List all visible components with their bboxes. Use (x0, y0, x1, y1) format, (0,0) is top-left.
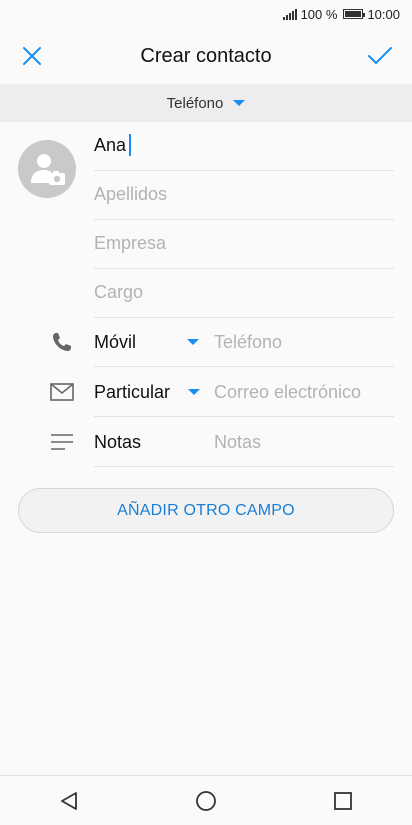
caret-down-icon[interactable] (187, 339, 199, 345)
caret-down-icon[interactable] (188, 389, 200, 395)
last-name-field[interactable]: Apellidos (94, 169, 394, 220)
company-field[interactable]: Empresa (94, 218, 394, 269)
back-button[interactable] (39, 781, 99, 821)
status-bar: 100 % 10:00 (0, 0, 412, 28)
recents-button[interactable] (313, 781, 373, 821)
page-title: Crear contacto (140, 44, 272, 67)
caret-down-icon (233, 100, 246, 106)
signal-icon (282, 8, 297, 20)
notes-row: Notas Notas (0, 417, 412, 467)
save-button[interactable] (352, 28, 408, 84)
last-name-placeholder: Apellidos (94, 183, 168, 204)
first-name-value: Ana (94, 134, 127, 155)
notes-label: Notas (94, 431, 142, 452)
clock: 10:00 (367, 6, 400, 22)
battery-icon (343, 9, 366, 19)
job-title-field[interactable]: Cargo (94, 267, 394, 318)
phone-row: Móvil Teléfono (0, 317, 412, 367)
avatar-camera-icon (31, 154, 65, 185)
home-button[interactable] (176, 781, 236, 821)
account-label: Teléfono (166, 94, 224, 112)
first-name-field[interactable]: Ana (94, 120, 394, 171)
divider (94, 466, 394, 467)
close-button[interactable] (4, 28, 60, 84)
recents-icon (334, 791, 353, 810)
email-input[interactable]: Correo electrónico (214, 367, 361, 417)
navigation-bar (0, 775, 412, 825)
company-placeholder: Empresa (94, 232, 167, 253)
email-type-selector[interactable]: Particular (94, 367, 170, 417)
home-icon (196, 790, 216, 811)
add-field-button[interactable]: AÑADIR OTRO CAMPO (18, 488, 394, 533)
email-row: Particular Correo electrónico (0, 367, 412, 417)
back-icon (60, 791, 77, 810)
phone-type-selector[interactable]: Móvil (94, 317, 136, 367)
contact-photo-button[interactable] (18, 140, 76, 198)
mail-icon (46, 380, 78, 404)
close-icon (23, 47, 41, 65)
notes-input[interactable]: Notas (214, 417, 261, 467)
job-title-placeholder: Cargo (94, 281, 144, 302)
check-icon (368, 47, 392, 64)
account-selector[interactable]: Teléfono (0, 84, 412, 122)
phone-input[interactable]: Teléfono (214, 317, 282, 367)
notes-icon (46, 430, 78, 454)
battery-percent: 100 % (300, 6, 338, 22)
app-header: Crear contacto (0, 28, 412, 84)
text-cursor (129, 134, 132, 156)
phone-icon (46, 330, 78, 354)
